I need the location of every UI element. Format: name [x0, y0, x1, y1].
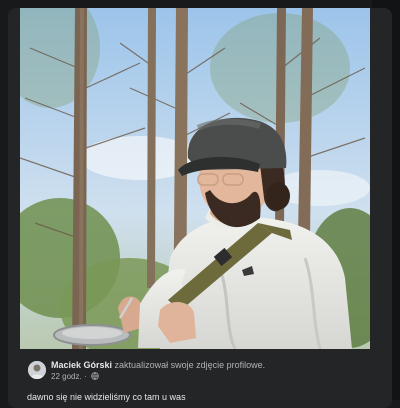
post-caption: dawno się nie widzieliśmy co tam u was	[27, 392, 186, 402]
post-action-text: zaktualizował swoje zdjęcie profilowe.	[114, 360, 266, 370]
post-time[interactable]: 22 godz.	[51, 372, 82, 381]
globe-icon[interactable]	[91, 372, 99, 382]
post-header: Maciek Górski zaktualizował swoje zdjęci…	[51, 360, 265, 370]
profile-photo[interactable]	[20, 8, 370, 349]
post-meta: Maciek Górski zaktualizował swoje zdjęci…	[20, 360, 370, 390]
post-timestamp-line: 22 godz. ·	[51, 372, 99, 382]
avatar[interactable]	[28, 361, 46, 379]
post-card: Maciek Górski zaktualizował swoje zdjęci…	[8, 8, 392, 408]
separator-dot: ·	[83, 372, 87, 382]
author-name[interactable]: Maciek Górski	[51, 360, 112, 370]
